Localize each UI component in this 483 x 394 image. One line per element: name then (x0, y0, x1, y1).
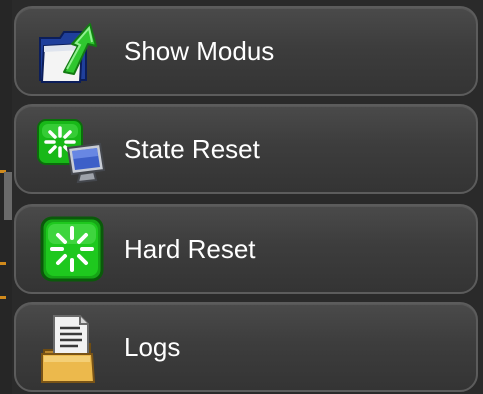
state-reset-button[interactable]: State Reset (14, 104, 478, 194)
show-modus-button[interactable]: Show Modus (14, 6, 478, 96)
hard-reset-label: Hard Reset (124, 234, 256, 264)
state-reset-label: State Reset (124, 134, 260, 164)
edge-marker (0, 296, 6, 299)
hard-reset-icon (34, 214, 110, 286)
action-menu: Show Modus State Reset Hard Reset Logs (14, 6, 480, 392)
logs-label: Logs (124, 332, 181, 362)
edge-highlight (4, 172, 12, 220)
reset-monitor-icon (34, 114, 110, 186)
logs-button[interactable]: Logs (14, 302, 478, 392)
edge-marker (0, 262, 6, 265)
menu-screen: Show Modus State Reset Hard Reset Logs (0, 0, 483, 394)
hard-reset-button[interactable]: Hard Reset (14, 204, 478, 294)
logs-folder-icon (34, 312, 110, 384)
show-modus-label: Show Modus (124, 36, 275, 66)
folder-arrow-icon (34, 16, 110, 88)
left-edge-strip (0, 0, 12, 394)
